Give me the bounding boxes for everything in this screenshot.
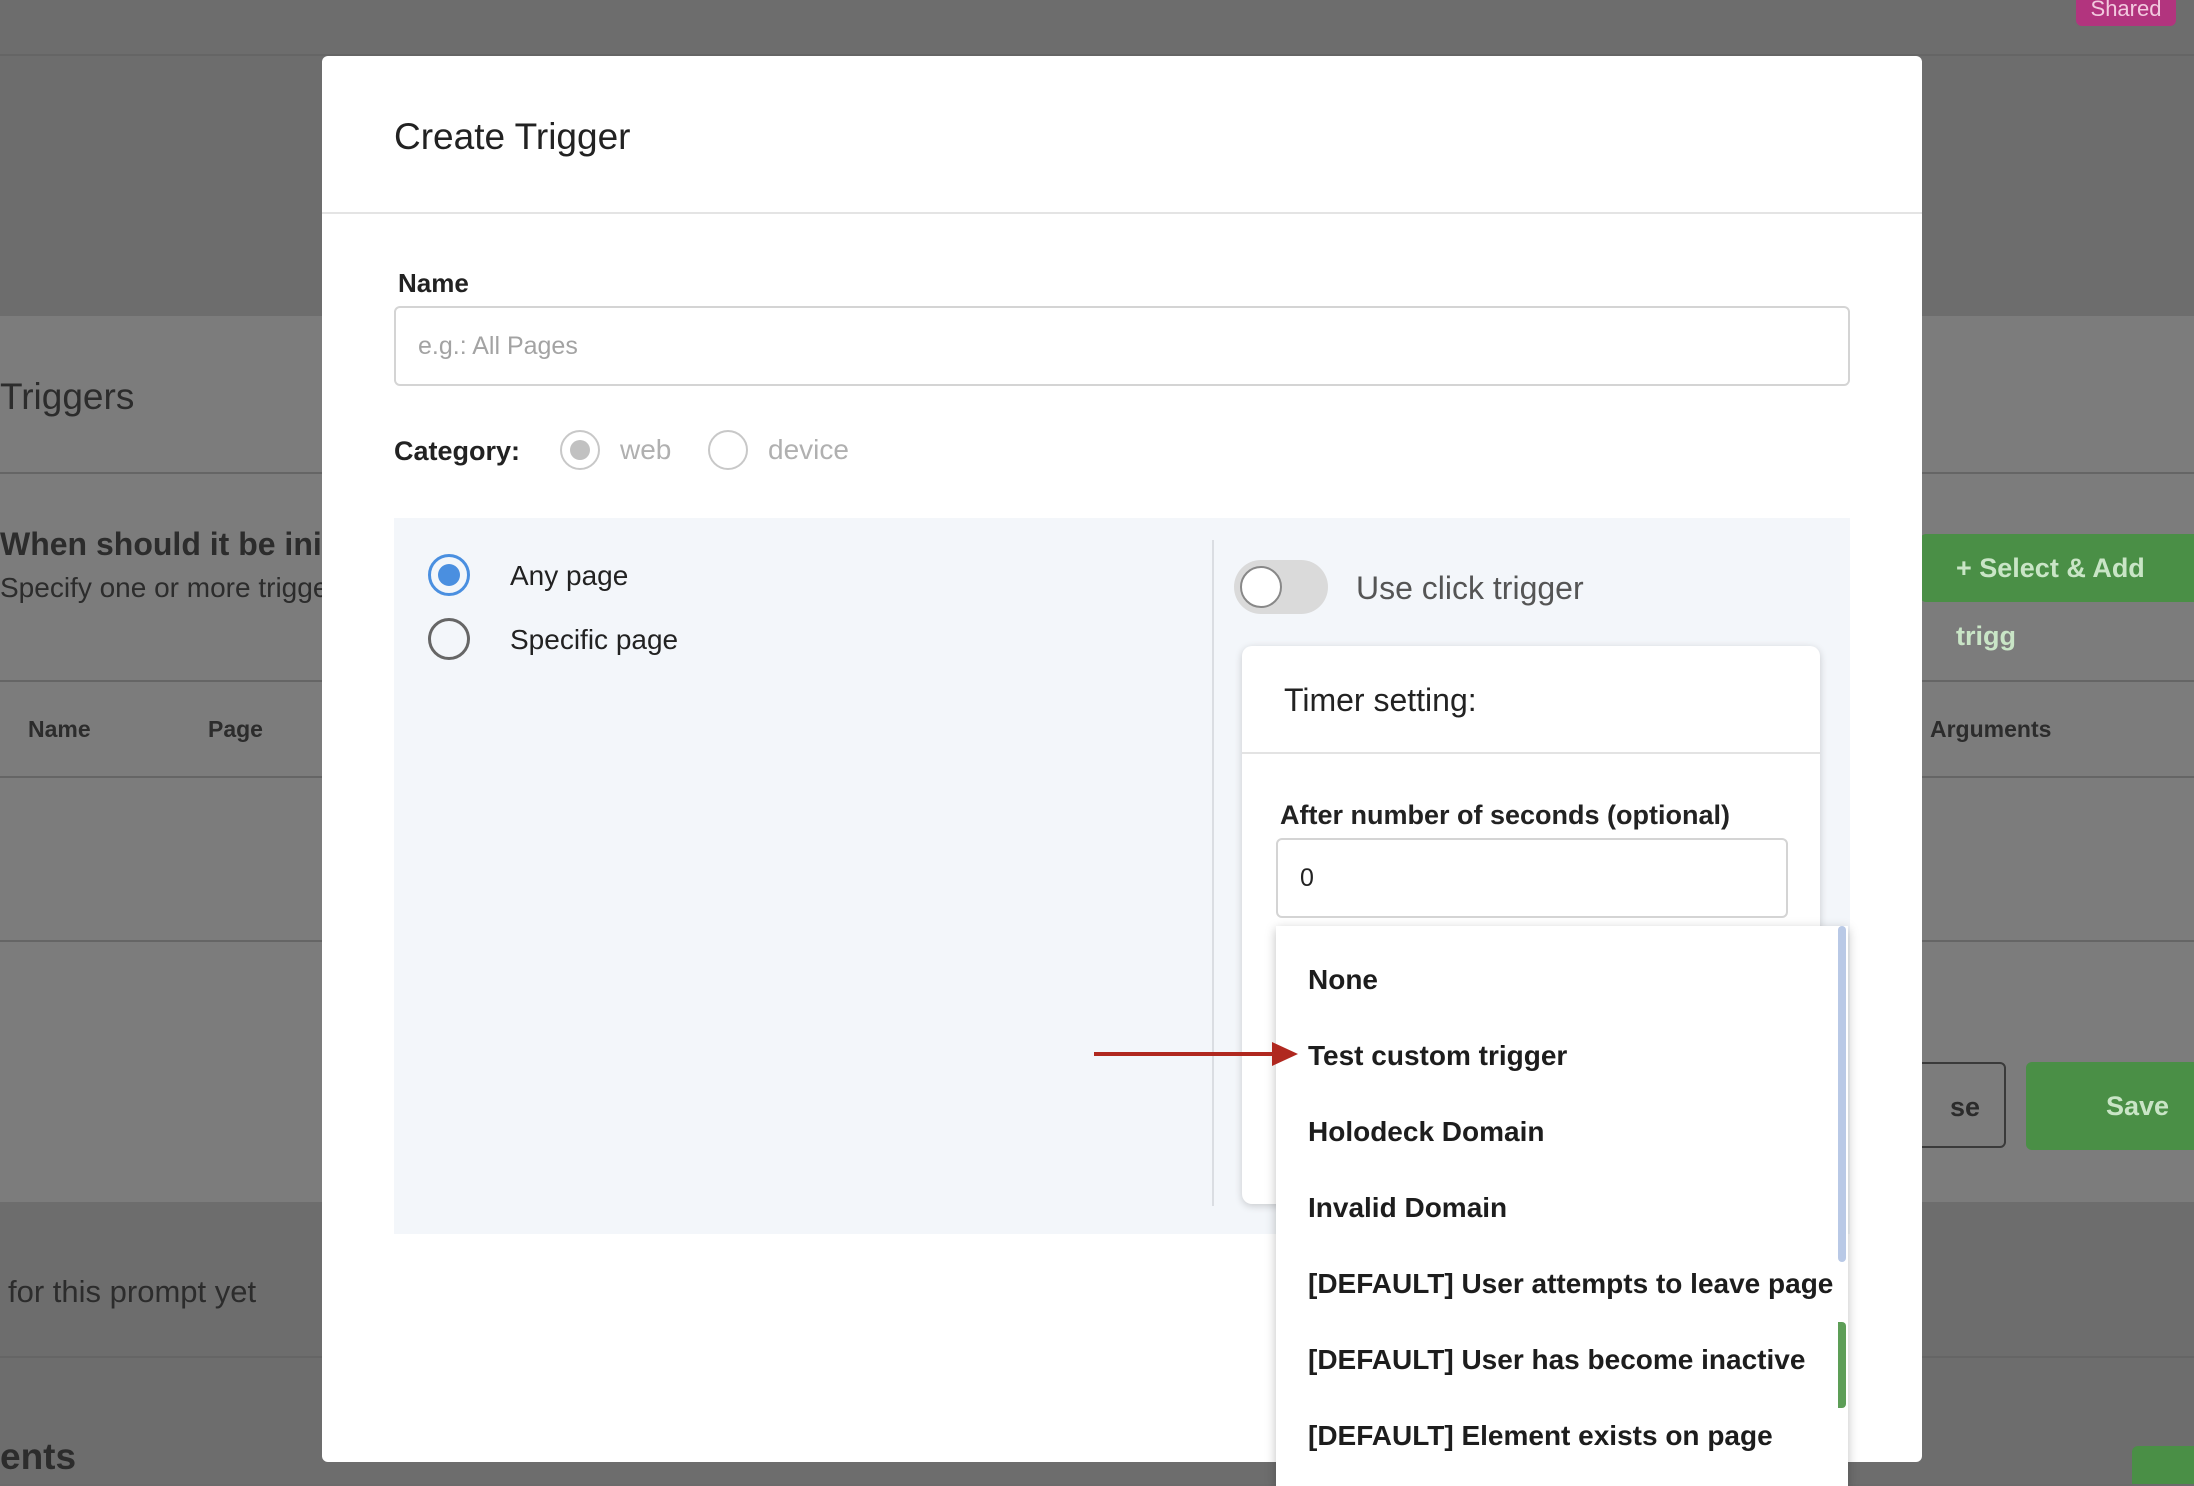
dropdown-option-holodeck-domain[interactable]: Holodeck Domain bbox=[1308, 1116, 1544, 1148]
category-radio-web[interactable] bbox=[560, 430, 600, 470]
page-radio-specific[interactable] bbox=[428, 618, 470, 660]
shared-badge: Shared bbox=[2076, 0, 2176, 26]
name-input[interactable] bbox=[394, 306, 1850, 386]
radio-dot bbox=[570, 440, 590, 460]
save-button[interactable]: Save bbox=[2026, 1062, 2194, 1150]
category-option-web: web bbox=[620, 434, 672, 465]
dropdown-option-inactive[interactable]: [DEFAULT] User has become inactive bbox=[1308, 1344, 1805, 1376]
panel-divider bbox=[1212, 540, 1214, 1206]
click-trigger-toggle[interactable] bbox=[1234, 560, 1328, 614]
click-trigger-label: Use click trigger bbox=[1356, 570, 1584, 606]
dropdown-option-test-custom-trigger[interactable]: Test custom trigger bbox=[1308, 1040, 1567, 1072]
column-header-name: Name bbox=[28, 716, 91, 742]
category-label: Category: bbox=[394, 436, 521, 466]
page-radio-any[interactable] bbox=[428, 554, 470, 596]
seconds-input[interactable] bbox=[1276, 838, 1788, 918]
timer-title: Timer setting: bbox=[1284, 682, 1477, 718]
select-add-trigger-button[interactable]: + Select & Add trigg bbox=[1920, 534, 2194, 651]
radio-dot bbox=[438, 564, 460, 586]
bottom-heading: ents bbox=[0, 1436, 77, 1477]
column-header-page: Page bbox=[208, 716, 263, 742]
section-title: Triggers bbox=[0, 376, 135, 417]
timer-divider bbox=[1242, 752, 1820, 754]
green-edge-behind bbox=[1838, 1322, 1846, 1408]
dropdown-option-invalid-domain[interactable]: Invalid Domain bbox=[1308, 1192, 1507, 1224]
dropdown-option-element-exists[interactable]: [DEFAULT] Element exists on page bbox=[1308, 1420, 1773, 1452]
column-header-arguments: Arguments bbox=[1930, 716, 2052, 742]
empty-message: for this prompt yet bbox=[8, 1274, 257, 1309]
page-option-specific: Specific page bbox=[510, 624, 679, 655]
bottom-green-button[interactable] bbox=[2132, 1446, 2194, 1484]
dropdown-option-none[interactable]: None bbox=[1308, 964, 1378, 996]
toggle-knob bbox=[1240, 566, 1282, 608]
category-radio-device[interactable] bbox=[708, 430, 748, 470]
category-option-device: device bbox=[768, 434, 849, 465]
section-hint: Specify one or more trigge bbox=[0, 572, 329, 603]
dropdown-option-leave-page[interactable]: [DEFAULT] User attempts to leave page bbox=[1308, 1268, 1833, 1300]
modal-title: Create Trigger bbox=[394, 116, 631, 157]
section-question: When should it be init bbox=[0, 526, 333, 562]
name-label: Name bbox=[398, 268, 469, 298]
annotation-arrow-shaft bbox=[1094, 1052, 1274, 1056]
annotation-arrow-icon bbox=[1272, 1042, 1298, 1066]
trigger-dropdown-list: None Test custom trigger Holodeck Domain… bbox=[1276, 926, 1848, 1486]
dropdown-scrollbar[interactable] bbox=[1838, 926, 1846, 1262]
page-option-any: Any page bbox=[510, 560, 629, 591]
seconds-label: After number of seconds (optional) bbox=[1280, 800, 1731, 830]
modal-header-divider bbox=[322, 212, 1922, 214]
